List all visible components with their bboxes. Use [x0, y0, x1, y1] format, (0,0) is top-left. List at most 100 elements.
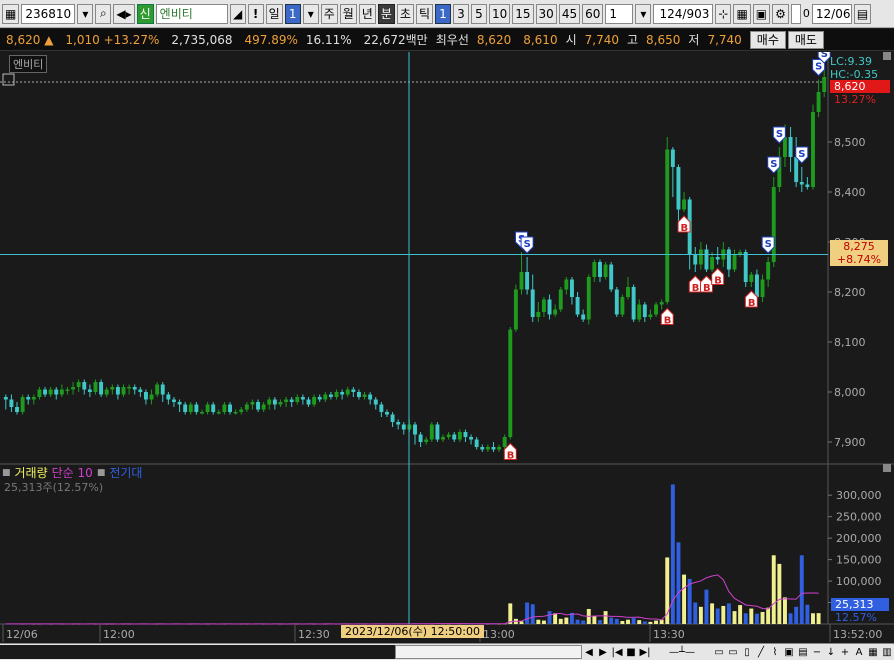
interval-3[interactable]: 3: [452, 3, 469, 24]
date-input[interactable]: 12/06: [811, 3, 852, 24]
interval-5[interactable]: 5: [470, 3, 487, 24]
volume-bar: [766, 607, 771, 624]
price-change: 1,010 +13.27%: [65, 32, 160, 47]
interval-10[interactable]: 10: [488, 3, 511, 24]
sell-button[interactable]: 매도: [787, 30, 824, 49]
scroll-last-icon[interactable]: ▶|: [638, 645, 652, 659]
draw-icon-3[interactable]: ▣: [782, 645, 796, 659]
view-icon-1[interactable]: ▭: [712, 645, 726, 659]
candle-body: [205, 404, 210, 412]
speaker-icon[interactable]: ◀▸: [113, 3, 135, 24]
candle-body: [93, 382, 98, 392]
buy-signal-label: B: [748, 298, 756, 309]
period-minute[interactable]: 분: [377, 3, 395, 24]
vol-tick-label: 200,000: [836, 532, 882, 545]
best-bid: 8,610: [523, 32, 558, 47]
scroll-first-icon[interactable]: |◀: [610, 645, 624, 659]
candle-body: [26, 397, 31, 400]
buy-signal-label: B: [703, 283, 711, 294]
draw-icon-1[interactable]: ╱: [754, 645, 768, 659]
volume-bar: [592, 616, 597, 624]
zoom-slider[interactable]: —┴—: [652, 645, 712, 659]
candle-body: [446, 434, 451, 437]
volume-bar: [743, 613, 748, 624]
gear-icon[interactable]: ⚙: [772, 3, 789, 24]
candle-body: [525, 272, 530, 290]
scrollbar-thumb[interactable]: [395, 645, 582, 659]
view-icon-2[interactable]: ▭: [726, 645, 740, 659]
unit-input[interactable]: 1: [605, 3, 634, 24]
calendar-icon[interactable]: ▤: [853, 3, 872, 24]
stock-name-dropdown[interactable]: ◢: [229, 3, 246, 24]
magnifier-icon[interactable]: ⌕: [95, 3, 112, 24]
volume-bar: [564, 617, 569, 624]
date-checkbox[interactable]: [790, 3, 801, 24]
volume-bar: [614, 618, 619, 624]
candle-body: [334, 392, 339, 397]
period-tick[interactable]: 틱: [415, 3, 433, 24]
candle-body: [822, 77, 827, 92]
candle-body: [390, 414, 395, 422]
period-day[interactable]: 일: [265, 3, 283, 24]
scrollbar-track[interactable]: [0, 645, 395, 659]
candlestick-chart[interactable]: 8,5008,4008,3008,2008,1008,0007,900BSSBB…: [0, 52, 894, 660]
y-tick-label: 8,400: [834, 186, 866, 199]
pane-resize-icon: [883, 464, 891, 472]
minus-icon[interactable]: −: [810, 645, 824, 659]
plus-icon[interactable]: +: [838, 645, 852, 659]
volume-bar: [581, 620, 586, 624]
candle-body: [598, 262, 602, 277]
chart-menu-icon[interactable]: ▦: [2, 3, 20, 24]
save-icon[interactable]: ▣: [752, 3, 771, 24]
period-second[interactable]: 초: [396, 3, 414, 24]
interval-15[interactable]: 15: [512, 3, 534, 24]
volume-bar: [794, 606, 799, 624]
unit-dropdown[interactable]: ▾: [635, 3, 652, 24]
high-price: 8,650: [646, 32, 681, 47]
candle-body: [289, 399, 294, 402]
stop-icon[interactable]: ■: [624, 645, 638, 659]
candle-body: [239, 409, 244, 412]
candle-body: [362, 394, 367, 397]
layout-icon[interactable]: ▥: [880, 645, 894, 659]
page-counter: 124/903: [653, 3, 714, 24]
candle-body: [110, 387, 115, 390]
volume-ratio: 497.89%: [244, 32, 298, 47]
period-week[interactable]: 주: [320, 3, 338, 24]
shin-badge: 신: [136, 3, 154, 24]
interval-45[interactable]: 45: [558, 3, 581, 24]
chart-area[interactable]: 8,5008,4008,3008,2008,1008,0007,900BSSBB…: [0, 52, 894, 660]
interval-30[interactable]: 30: [535, 3, 557, 24]
draw-icon-4[interactable]: ▤: [796, 645, 810, 659]
grid-icon[interactable]: ▦: [733, 3, 751, 24]
text-icon[interactable]: A: [852, 645, 866, 659]
period-month[interactable]: 월: [339, 3, 357, 24]
volume-bar: [816, 613, 821, 624]
period-year[interactable]: 년: [358, 3, 376, 24]
down-icon[interactable]: ↓: [824, 645, 838, 659]
stock-code-input[interactable]: 236810: [21, 3, 76, 24]
candle-body: [278, 402, 283, 405]
period-count-dropdown[interactable]: ▾: [302, 3, 319, 24]
stock-code-dropdown[interactable]: ▾: [77, 3, 94, 24]
stock-name-field[interactable]: 엔비티: [155, 3, 228, 24]
draw-icon-2[interactable]: ⌇: [768, 645, 782, 659]
candle-body: [592, 262, 597, 277]
volume-bar: [620, 620, 625, 624]
candle-body: [15, 407, 19, 412]
pane-max-icon: [883, 52, 891, 60]
scroll-right-icon[interactable]: ▶: [596, 645, 610, 659]
high-label: 고: [626, 33, 639, 47]
grid-view-icon[interactable]: ▦: [866, 645, 880, 659]
buy-button[interactable]: 매수: [749, 30, 786, 49]
period-count[interactable]: 1: [284, 3, 301, 24]
interval-1[interactable]: 1: [434, 3, 451, 24]
view-icon-3[interactable]: ▯: [740, 645, 754, 659]
scroll-left-icon[interactable]: ◀: [582, 645, 596, 659]
volume-bar: [698, 606, 703, 624]
interval-60[interactable]: 60: [582, 3, 604, 24]
candle-body: [71, 387, 76, 390]
candle-body: [356, 392, 361, 397]
alert-button[interactable]: !: [247, 3, 264, 24]
crosshair-tool-icon[interactable]: ⊹: [715, 3, 732, 24]
